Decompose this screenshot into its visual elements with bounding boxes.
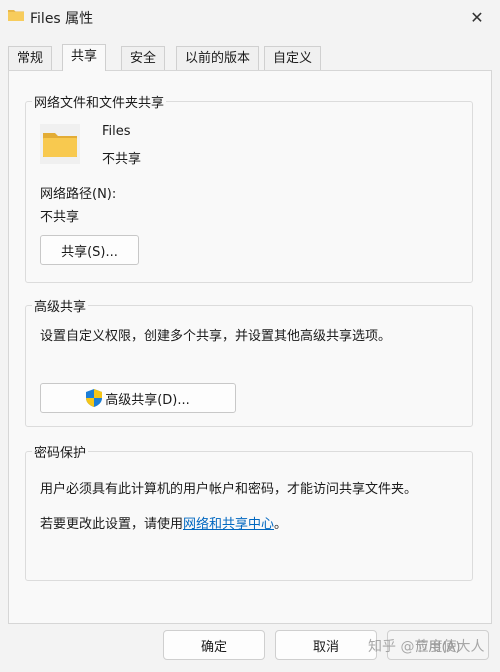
share-button[interactable]: 共享(S)... (40, 235, 139, 265)
password-description: 用户必须具有此计算机的用户帐户和密码，才能访问共享文件夹。 (40, 482, 418, 497)
password-change-prefix: 若要更改此设置，请使用 (40, 517, 184, 532)
shared-item-name: Files (102, 124, 131, 139)
tab-general[interactable]: 常规 (8, 46, 53, 70)
sharing-panel: 网络文件和文件夹共享 Files 不共享 网络路径(N): 不共享 共享(S).… (8, 70, 492, 624)
network-sharing-center-link[interactable]: 网络和共享中心 (183, 517, 274, 532)
tab-customize[interactable]: 自定义 (264, 46, 322, 70)
advanced-sharing-group: 高级共享 设置自定义权限，创建多个共享，并设置其他高级共享选项。 高级共享(D)… (25, 296, 473, 427)
watermark: 知乎 @节度使大人 (368, 639, 485, 655)
password-change-suffix: 。 (274, 517, 288, 532)
network-sharing-group: 网络文件和文件夹共享 Files 不共享 网络路径(N): 不共享 共享(S).… (25, 92, 473, 283)
tab-sharing[interactable]: 共享 (62, 44, 107, 71)
close-button[interactable]: ✕ (454, 0, 500, 34)
password-change-text: 若要更改此设置，请使用网络和共享中心。 (40, 513, 287, 532)
close-icon: ✕ (470, 7, 484, 27)
tab-previous-versions[interactable]: 以前的版本 (176, 46, 260, 70)
shared-item-status: 不共享 (102, 152, 142, 167)
title-bar: Files 属性 ✕ (0, 0, 500, 34)
password-protection-group: 密码保护 用户必须具有此计算机的用户帐户和密码，才能访问共享文件夹。 若要更改此… (25, 442, 473, 581)
uac-shield-icon (86, 389, 103, 407)
advanced-sharing-title: 高级共享 (32, 296, 89, 315)
tab-security[interactable]: 安全 (121, 46, 166, 70)
password-protection-title: 密码保护 (32, 442, 89, 461)
advanced-sharing-button[interactable]: 高级共享(D)... (40, 383, 236, 413)
folder-icon (40, 124, 80, 164)
folder-icon (8, 10, 24, 21)
advanced-sharing-button-label: 高级共享(D)... (105, 392, 190, 408)
window-title: Files 属性 (30, 11, 94, 27)
cancel-button[interactable]: 取消 (275, 630, 377, 660)
ok-button[interactable]: 确定 (163, 630, 265, 660)
network-path-value: 不共享 (40, 210, 80, 225)
advanced-sharing-description: 设置自定义权限，创建多个共享，并设置其他高级共享选项。 (40, 329, 392, 344)
network-sharing-title: 网络文件和文件夹共享 (32, 92, 167, 111)
network-path-label: 网络路径(N): (40, 187, 117, 202)
